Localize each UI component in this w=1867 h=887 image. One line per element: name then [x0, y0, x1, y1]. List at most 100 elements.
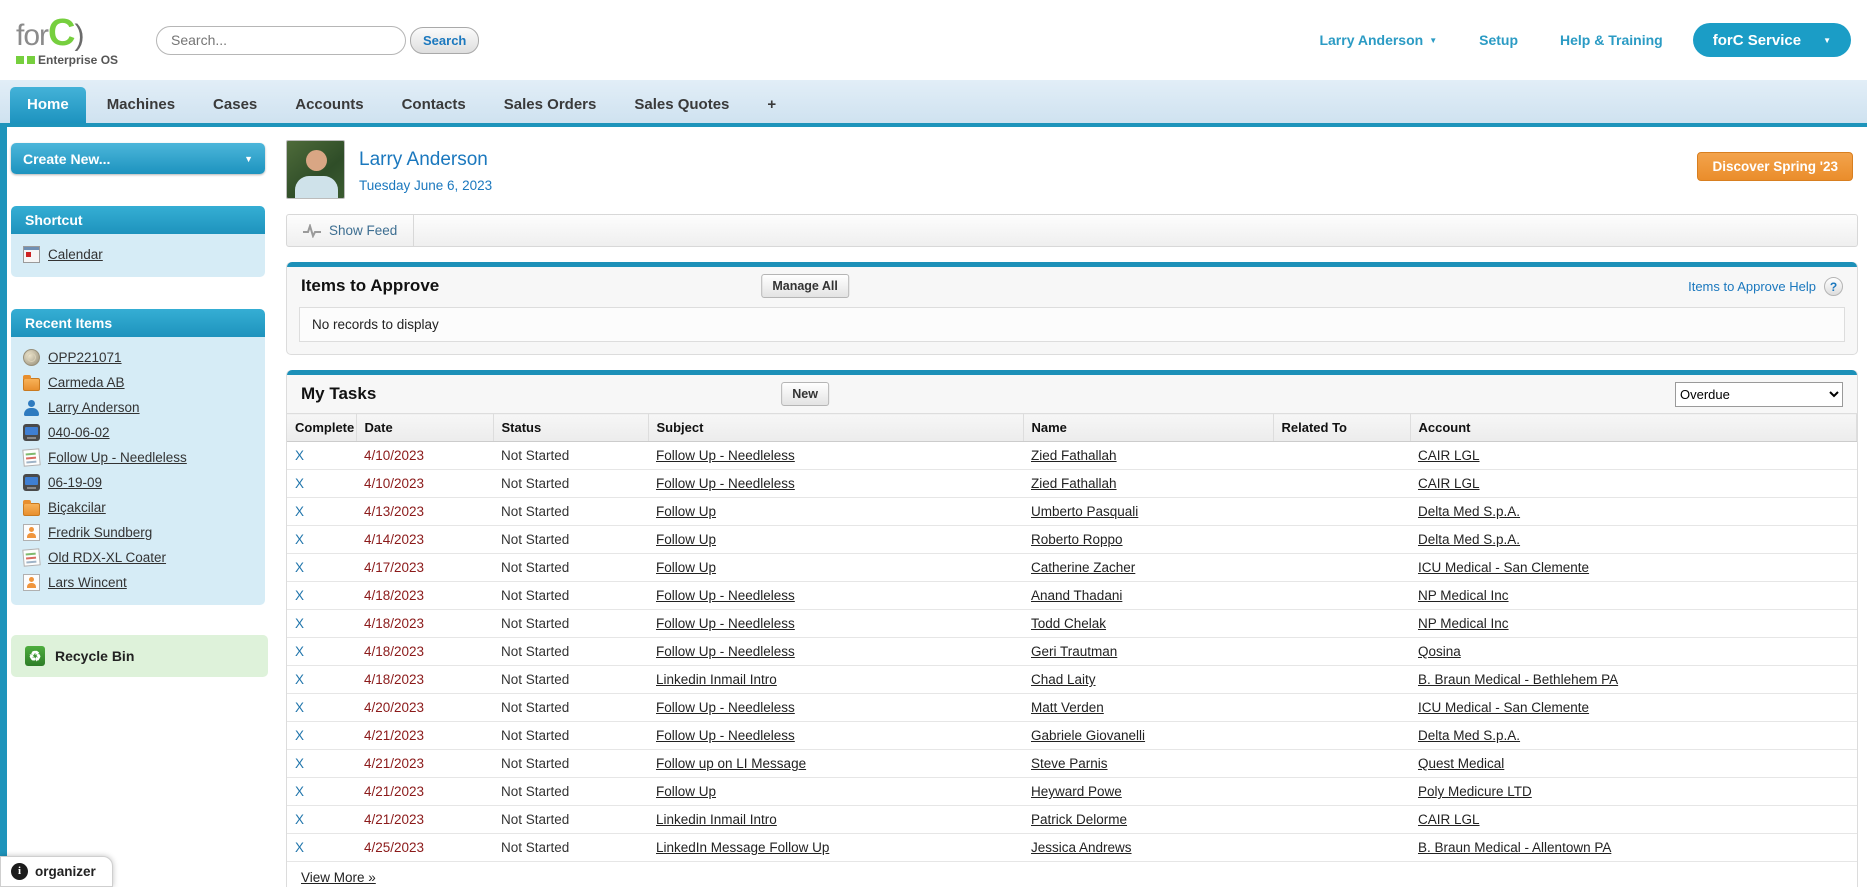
task-subject-link[interactable]: Follow Up - Needleless [656, 448, 795, 463]
task-name-link[interactable]: Geri Trautman [1031, 644, 1117, 659]
record-link-calendar[interactable]: Calendar [48, 247, 103, 262]
task-name-link[interactable]: Matt Verden [1031, 700, 1104, 715]
complete-task-link[interactable]: X [295, 616, 304, 631]
complete-task-link[interactable]: X [295, 588, 304, 603]
complete-task-link[interactable]: X [295, 728, 304, 743]
task-account-link[interactable]: CAIR LGL [1418, 476, 1480, 491]
app-logo[interactable]: forC) Enterprise OS [16, 14, 146, 66]
task-account-link[interactable]: Quest Medical [1418, 756, 1504, 771]
task-account-link[interactable]: CAIR LGL [1418, 448, 1480, 463]
tab-cases[interactable]: Cases [196, 87, 274, 123]
column-header-name[interactable]: Name [1023, 414, 1273, 442]
task-subject-link[interactable]: Follow Up [656, 560, 716, 575]
create-new-button[interactable]: Create New... ▼ [11, 143, 265, 174]
task-account-link[interactable]: ICU Medical - San Clemente [1418, 560, 1589, 575]
task-name-link[interactable]: Jessica Andrews [1031, 840, 1132, 855]
task-name-link[interactable]: Zied Fathallah [1031, 448, 1117, 463]
search-button[interactable]: Search [410, 27, 479, 54]
tab-sales-orders[interactable]: Sales Orders [487, 87, 614, 123]
task-account-link[interactable]: Poly Medicure LTD [1418, 784, 1532, 799]
record-link-opp221071[interactable]: OPP221071 [48, 350, 122, 365]
complete-task-link[interactable]: X [295, 504, 304, 519]
task-account-link[interactable]: Delta Med S.p.A. [1418, 728, 1520, 743]
task-subject-link[interactable]: Follow up on LI Message [656, 756, 806, 771]
complete-task-link[interactable]: X [295, 700, 304, 715]
record-link-old-rdx-xl-coater[interactable]: Old RDX-XL Coater [48, 550, 166, 565]
task-account-link[interactable]: CAIR LGL [1418, 812, 1480, 827]
tab-accounts[interactable]: Accounts [278, 87, 380, 123]
task-subject-link[interactable]: Follow Up - Needleless [656, 476, 795, 491]
record-link-fredrik-sundberg[interactable]: Fredrik Sundberg [48, 525, 152, 540]
record-link-carmeda-ab[interactable]: Carmeda AB [48, 375, 125, 390]
column-header-status[interactable]: Status [493, 414, 648, 442]
task-subject-link[interactable]: Follow Up [656, 532, 716, 547]
record-link-bi-akcilar[interactable]: Biçakcilar [48, 500, 106, 515]
task-name-link[interactable]: Zied Fathallah [1031, 476, 1117, 491]
task-name-link[interactable]: Todd Chelak [1031, 616, 1106, 631]
task-account-link[interactable]: B. Braun Medical - Bethlehem PA [1418, 672, 1618, 687]
complete-task-link[interactable]: X [295, 672, 304, 687]
task-subject-link[interactable]: Follow Up [656, 784, 716, 799]
nav-item-setup[interactable]: Setup [1479, 32, 1518, 48]
tab-sales-quotes[interactable]: Sales Quotes [617, 87, 746, 123]
task-subject-link[interactable]: Follow Up - Needleless [656, 700, 795, 715]
task-subject-link[interactable]: Linkedin Inmail Intro [656, 672, 777, 687]
task-subject-link[interactable]: Follow Up - Needleless [656, 616, 795, 631]
complete-task-link[interactable]: X [295, 476, 304, 491]
column-header-account[interactable]: Account [1410, 414, 1857, 442]
task-name-link[interactable]: Patrick Delorme [1031, 812, 1127, 827]
tab-home[interactable]: Home [10, 87, 86, 123]
task-account-link[interactable]: ICU Medical - San Clemente [1418, 700, 1589, 715]
task-name-link[interactable]: Umberto Pasquali [1031, 504, 1138, 519]
task-subject-link[interactable]: Linkedin Inmail Intro [656, 812, 777, 827]
complete-task-link[interactable]: X [295, 756, 304, 771]
task-account-link[interactable]: NP Medical Inc [1418, 588, 1509, 603]
record-link-040-06-02[interactable]: 040-06-02 [48, 425, 110, 440]
task-name-link[interactable]: Chad Laity [1031, 672, 1096, 687]
tab-machines[interactable]: Machines [90, 87, 192, 123]
task-filter-select[interactable]: Overdue [1675, 382, 1843, 407]
complete-task-link[interactable]: X [295, 448, 304, 463]
task-account-link[interactable]: B. Braun Medical - Allentown PA [1418, 840, 1611, 855]
task-name-link[interactable]: Anand Thadani [1031, 588, 1122, 603]
new-task-button[interactable]: New [781, 382, 829, 406]
recycle-bin[interactable]: Recycle Bin [11, 635, 268, 677]
show-feed-toggle[interactable]: Show Feed [287, 215, 414, 246]
complete-task-link[interactable]: X [295, 840, 304, 855]
view-more-link[interactable]: View More » [301, 870, 376, 885]
items-to-approve-help-link[interactable]: Items to Approve Help [1688, 279, 1816, 294]
complete-task-link[interactable]: X [295, 812, 304, 827]
task-account-link[interactable]: Delta Med S.p.A. [1418, 532, 1520, 547]
nav-item-help-training[interactable]: Help & Training [1560, 32, 1663, 48]
column-header-subject[interactable]: Subject [648, 414, 1023, 442]
manage-all-button[interactable]: Manage All [761, 274, 849, 298]
task-name-link[interactable]: Catherine Zacher [1031, 560, 1135, 575]
user-avatar[interactable] [286, 140, 345, 199]
record-link-06-19-09[interactable]: 06-19-09 [48, 475, 102, 490]
tab-contacts[interactable]: Contacts [385, 87, 483, 123]
task-subject-link[interactable]: Follow Up [656, 504, 716, 519]
task-account-link[interactable]: Qosina [1418, 644, 1461, 659]
app-switcher-button[interactable]: forC Service ▼ [1693, 23, 1851, 57]
nav-item-larry-anderson[interactable]: Larry Anderson▼ [1319, 32, 1437, 48]
tab-plus[interactable]: + [750, 87, 793, 123]
complete-task-link[interactable]: X [295, 644, 304, 659]
record-link-follow-up-needleless[interactable]: Follow Up - Needleless [48, 450, 187, 465]
task-name-link[interactable]: Roberto Roppo [1031, 532, 1123, 547]
task-account-link[interactable]: Delta Med S.p.A. [1418, 504, 1520, 519]
help-icon[interactable] [1824, 277, 1843, 296]
task-name-link[interactable]: Steve Parnis [1031, 756, 1108, 771]
column-header-date[interactable]: Date [356, 414, 493, 442]
organizer-badge[interactable]: organizer [0, 856, 113, 887]
task-subject-link[interactable]: LinkedIn Message Follow Up [656, 840, 829, 855]
complete-task-link[interactable]: X [295, 560, 304, 575]
task-name-link[interactable]: Gabriele Giovanelli [1031, 728, 1145, 743]
task-name-link[interactable]: Heyward Powe [1031, 784, 1122, 799]
task-account-link[interactable]: NP Medical Inc [1418, 616, 1509, 631]
complete-task-link[interactable]: X [295, 532, 304, 547]
column-header-related-to[interactable]: Related To [1273, 414, 1410, 442]
task-subject-link[interactable]: Follow Up - Needleless [656, 588, 795, 603]
record-link-lars-wincent[interactable]: Lars Wincent [48, 575, 127, 590]
task-subject-link[interactable]: Follow Up - Needleless [656, 644, 795, 659]
record-link-larry-anderson[interactable]: Larry Anderson [48, 400, 140, 415]
